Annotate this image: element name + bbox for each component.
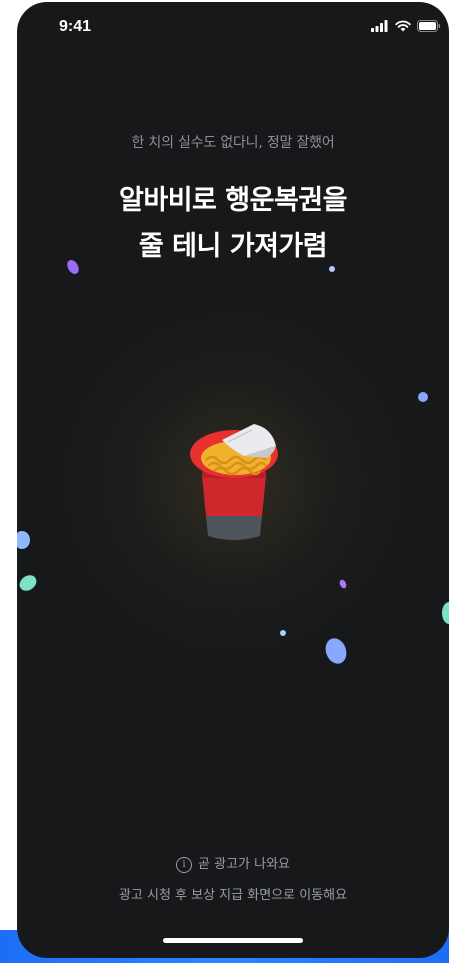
phone-screen: 9:41 한 치의 실수도 없다니, 정말 잘했어 알바비로 행운복권을 줄 테 (17, 2, 449, 958)
confetti-particle (325, 638, 347, 664)
confetti-particle (19, 575, 37, 591)
confetti-particle (17, 531, 30, 549)
confetti-particle (329, 266, 335, 272)
cellular-signal-icon (371, 20, 388, 32)
confetti-particle (418, 392, 428, 402)
ad-notice: i 곧 광고가 나와요 (17, 853, 449, 873)
status-bar: 9:41 (17, 2, 449, 52)
info-icon: i (176, 856, 192, 873)
headline-line-1: 알바비로 행운복권을 (119, 185, 347, 216)
battery-icon (417, 20, 441, 32)
headline-line-2: 줄 테니 가져가렴 (138, 231, 328, 262)
confetti-particle (280, 630, 286, 636)
confetti-particle (67, 260, 79, 274)
cup-noodle-icon (190, 424, 278, 540)
ad-notice-subtext: 광고 시청 후 보상 지급 화면으로 이동해요 (118, 888, 348, 903)
confetti-particle (339, 579, 347, 589)
ad-notice-text: 곧 광고가 나와요 (198, 857, 290, 872)
wifi-icon (395, 20, 411, 32)
reward-headline: 알바비로 행운복권을 줄 테니 가져가렴 (17, 178, 449, 270)
status-time: 9:41 (59, 18, 92, 35)
confetti-particle (442, 602, 449, 624)
home-indicator[interactable] (163, 938, 303, 943)
status-icons (371, 20, 441, 32)
reward-subtitle: 한 치의 실수도 없다니, 정말 잘했어 (131, 135, 335, 151)
